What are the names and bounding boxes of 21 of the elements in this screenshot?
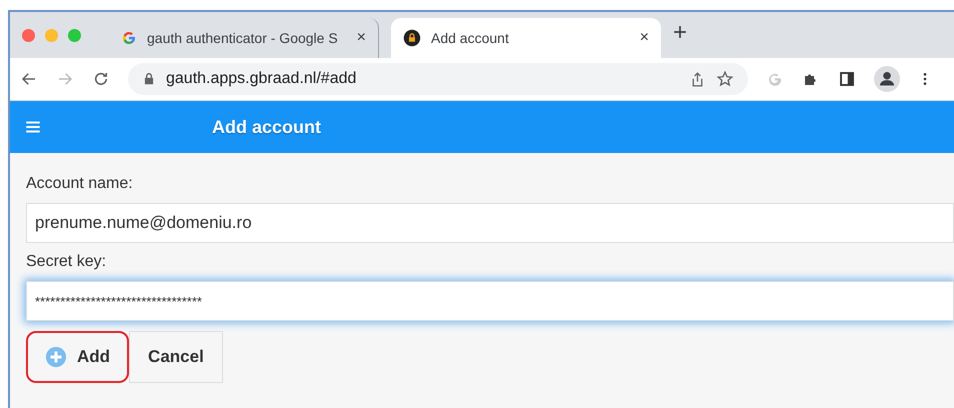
star-icon[interactable] (716, 70, 734, 88)
tab-close-button[interactable]: × (640, 29, 649, 47)
input-field[interactable]: ********************************* (26, 281, 954, 321)
cancel-button[interactable]: Cancel (129, 331, 223, 383)
header-title: Add account (212, 116, 322, 138)
profile-icon[interactable] (874, 66, 900, 92)
field-label: Secret key: (26, 253, 108, 271)
tab-close-button[interactable]: × (356, 29, 366, 47)
plus-icon (45, 346, 67, 368)
address-bar[interactable]: gauth.apps.gbraad.nl/#add (128, 63, 748, 95)
browser-tab[interactable]: Add account × (391, 18, 661, 58)
sidebar-icon[interactable] (838, 70, 856, 88)
url-text: gauth.apps.gbraad.nl/#add (166, 70, 358, 88)
lock-icon (403, 29, 421, 47)
reload-icon[interactable] (92, 70, 110, 88)
field-label: Account name: (26, 175, 134, 193)
input-field[interactable]: prenume.nume@domeniu.ro (26, 203, 954, 243)
new-tab-button[interactable]: + (673, 19, 688, 47)
google-icon (121, 30, 137, 46)
add-button[interactable]: Add (26, 331, 130, 383)
lock-icon (142, 72, 156, 86)
